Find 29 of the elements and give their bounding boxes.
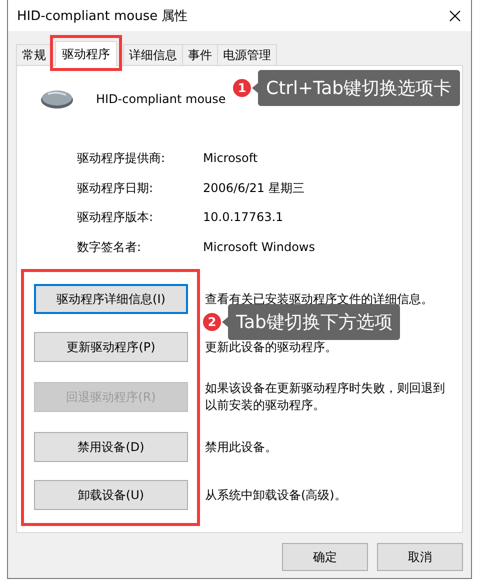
action-description: 如果该设备在更新驱动程序时失败，则回退到以前安装的驱动程序。 — [205, 380, 446, 414]
tooltip-pointer-icon — [222, 317, 228, 327]
tab[interactable]: 详细信息 — [123, 44, 183, 65]
action-description: 从系统中卸载设备(高级)。 — [205, 486, 348, 504]
device-name: HID-compliant mouse — [96, 92, 226, 106]
tooltip-pointer-icon — [252, 83, 258, 93]
close-icon[interactable] — [449, 10, 461, 22]
action-button[interactable]: 更新驱动程序(P) — [34, 332, 188, 362]
info-value: 10.0.17763.1 — [203, 209, 284, 226]
mouse-icon — [40, 88, 74, 110]
dialog-button[interactable]: 取消 — [377, 543, 463, 571]
action-description: 禁用此设备。 — [205, 438, 278, 456]
info-value: 2006/6/21 星期三 — [203, 180, 306, 196]
window-title: HID-compliant mouse 属性 — [17, 8, 188, 24]
highlight-frame — [50, 35, 122, 71]
info-label: 驱动程序版本: — [77, 209, 154, 226]
action-description: 更新此设备的驱动程序。 — [205, 338, 338, 356]
dialog-button[interactable]: 确定 — [282, 543, 368, 571]
info-label: 驱动程序日期: — [77, 180, 154, 196]
tab[interactable]: 驱动程序 — [55, 41, 117, 66]
info-value: Microsoft — [203, 150, 259, 167]
info-label: 驱动程序提供商: — [77, 150, 166, 167]
action-button[interactable]: 卸载设备(U) — [34, 480, 188, 510]
info-label: 数字签名者: — [77, 238, 142, 256]
action-button[interactable]: 禁用设备(D) — [34, 432, 188, 462]
tab[interactable]: 电源管理 — [217, 44, 277, 65]
action-button[interactable]: 驱动程序详细信息(I) — [34, 284, 188, 314]
tab[interactable]: 常规 — [16, 44, 52, 65]
info-value: Microsoft Windows — [203, 238, 316, 256]
